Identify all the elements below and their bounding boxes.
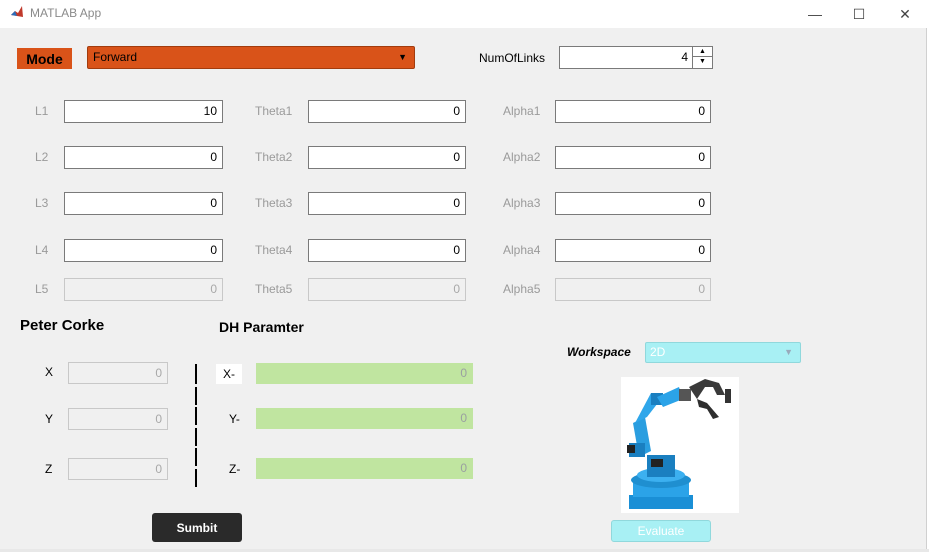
pc-y-label: Y [45,412,54,426]
evaluate-button[interactable]: Evaluate [611,520,711,542]
pc-x-label: X [45,365,54,379]
l4-label: L4 [35,243,49,257]
robot-arm-icon [627,379,731,509]
alpha2-label: Alpha2 [503,150,541,164]
divider-segment [195,407,197,425]
peter-corke-heading: Peter Corke [20,317,105,334]
pc-x-output: 0 [68,362,168,384]
l1-label: L1 [35,104,49,118]
theta2-label: Theta2 [255,150,293,164]
theta5-input[interactable]: 0 [308,278,466,301]
close-button[interactable]: ✕ [882,0,928,28]
alpha4-input[interactable]: 0 [555,239,711,262]
close-icon: ✕ [899,5,911,22]
theta4-input[interactable]: 0 [308,239,466,262]
alpha5-label: Alpha5 [503,282,541,296]
alpha2-input[interactable]: 0 [555,146,711,169]
divider-segment [195,428,197,446]
divider-segment [195,364,197,384]
num-links-spinner[interactable]: 4 ▲ ▼ [559,46,713,69]
robot-arm-image [621,377,739,513]
alpha1-input[interactable]: 0 [555,100,711,123]
theta2-input[interactable]: 0 [308,146,466,169]
dh-z-label: Z- [229,462,241,476]
dh-x-label: X- [223,367,235,381]
mode-label: Mode [17,48,72,69]
theta1-input[interactable]: 0 [308,100,466,123]
l2-label: L2 [35,150,49,164]
divider-segment [195,448,197,466]
alpha5-input[interactable]: 0 [555,278,711,301]
l3-label: L3 [35,196,49,210]
divider-segment [195,387,197,405]
num-links-value: 4 [681,50,688,64]
l4-input[interactable]: 0 [64,239,223,262]
pc-z-label: Z [45,462,53,476]
maximize-icon: ☐ [852,5,866,22]
pc-z-output: 0 [68,458,168,480]
spinner-up-icon[interactable]: ▲ [693,47,712,57]
pc-y-output: 0 [68,408,168,430]
matlab-logo-icon [10,5,24,19]
alpha1-label: Alpha1 [503,104,541,118]
dh-y-label: Y- [229,412,240,426]
divider-segment [195,469,197,487]
chevron-down-icon: ▼ [784,347,793,357]
window-title: MATLAB App [30,6,102,20]
dh-heading: DH Paramter [219,319,304,335]
theta3-label: Theta3 [255,196,293,210]
dh-x-output: 0 [256,363,473,384]
workspace-label: Workspace [567,345,631,359]
theta5-label: Theta5 [255,282,293,296]
workspace-selected-value: 2D [650,345,666,359]
num-links-label: NumOfLinks [479,51,546,65]
submit-button[interactable]: Sumbit [152,513,242,542]
dh-y-output: 0 [256,408,473,429]
spinner-down-icon[interactable]: ▼ [693,57,712,67]
l5-input[interactable]: 0 [64,278,223,301]
mode-dropdown[interactable]: Forward ▼ [87,46,415,69]
alpha3-label: Alpha3 [503,196,541,210]
dh-x-label-box: X- [216,364,242,384]
l3-input[interactable]: 0 [64,192,223,215]
title-bar: MATLAB App — ☐ ✕ [0,0,929,28]
l2-input[interactable]: 0 [64,146,223,169]
alpha4-label: Alpha4 [503,243,541,257]
app-figure: Mode Forward ▼ NumOfLinks 4 ▲ ▼ L1 10 Th… [0,28,927,549]
l5-label: L5 [35,282,49,296]
alpha3-input[interactable]: 0 [555,192,711,215]
theta1-label: Theta1 [255,104,293,118]
theta3-input[interactable]: 0 [308,192,466,215]
maximize-button[interactable]: ☐ [836,0,882,28]
minimize-icon: — [808,6,822,22]
dh-z-output: 0 [256,458,473,479]
theta4-label: Theta4 [255,243,293,257]
minimize-button[interactable]: — [792,0,838,28]
chevron-down-icon: ▼ [398,52,407,62]
workspace-dropdown[interactable]: 2D ▼ [645,342,801,363]
mode-selected-value: Forward [93,50,138,64]
l1-input[interactable]: 10 [64,100,223,123]
spinner-buttons: ▲ ▼ [692,47,712,68]
